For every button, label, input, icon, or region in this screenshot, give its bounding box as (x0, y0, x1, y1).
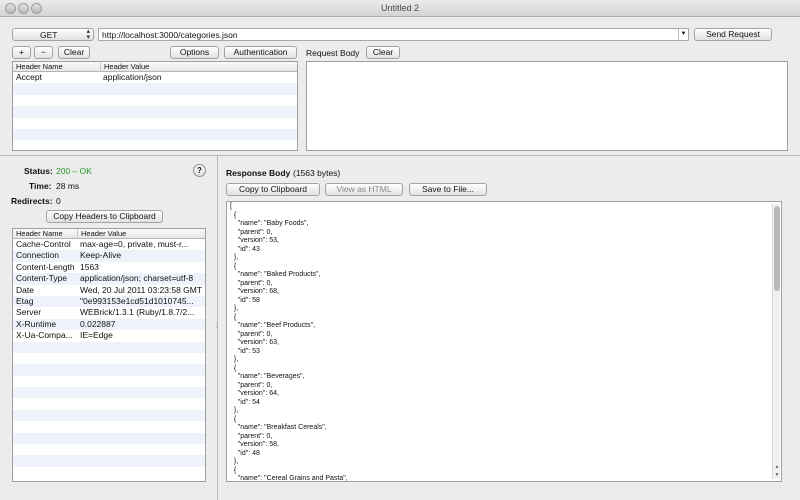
method-value: GET (40, 30, 58, 40)
remove-header-button[interactable]: − (34, 46, 53, 59)
table-row[interactable] (13, 83, 297, 95)
scroll-up-icon[interactable]: ▲ (773, 464, 781, 470)
time-label: Time: (29, 181, 52, 191)
table-row[interactable]: Content-Length 1563 (13, 262, 205, 273)
header-value-cell: 1563 (80, 261, 99, 272)
scrollbar-thumb[interactable] (774, 206, 780, 291)
header-name-cell: Connection (16, 250, 60, 261)
view-as-html-button[interactable]: View as HTML (325, 183, 403, 196)
table-row[interactable]: Content-Type application/json; charset=ut… (13, 273, 205, 285)
help-icon[interactable]: ? (193, 164, 206, 177)
copy-to-clipboard-button[interactable]: Copy to Clipboard (226, 183, 320, 196)
scroll-down-icon[interactable]: ▼ (773, 472, 781, 478)
table-row[interactable]: Etag "0e993153e1cd51d1010745... (13, 295, 205, 308)
url-value: http://localhost:3000/categories.json (102, 30, 238, 40)
column-header-value: Header Value (100, 62, 149, 72)
table-row[interactable] (13, 95, 297, 106)
response-size: (1563 bytes) (293, 168, 341, 178)
redirects-value: 0 (56, 196, 61, 206)
url-history-dropdown-icon[interactable]: ▼ (678, 29, 688, 40)
table-row[interactable] (13, 467, 205, 478)
header-value-cell: application/json (103, 72, 162, 82)
header-name-cell: Server (16, 307, 42, 318)
authentication-button[interactable]: Authentication (224, 46, 297, 59)
header-value-cell: max-age=0, private, must-r... (80, 239, 189, 249)
table-row[interactable]: Accept application/json (13, 72, 297, 83)
request-body-textarea[interactable] (306, 61, 788, 151)
table-row[interactable] (13, 376, 205, 387)
table-row[interactable]: Date Wed, 20 Jul 2011 03:23:58 GMT (13, 285, 205, 296)
split-divider[interactable] (0, 155, 800, 156)
table-header: Header Name Header Value (13, 62, 297, 72)
table-row[interactable]: X-Ua-Compa... IE=Edge (13, 330, 205, 341)
window-title: Untitled 2 (380, 3, 420, 13)
response-headers-table: Header Name Header Value Cache-Control ma… (12, 228, 206, 482)
table-row[interactable] (13, 387, 205, 399)
table-row[interactable] (13, 353, 205, 364)
response-body-label: Response Body (226, 168, 291, 178)
method-select[interactable]: GET ▴ ▾ (12, 28, 94, 41)
header-value-cell: 0.022887 (80, 318, 116, 329)
table-row[interactable] (13, 432, 205, 445)
header-name-cell: X-Runtime (16, 318, 57, 329)
table-row[interactable] (13, 118, 297, 129)
save-to-file-button[interactable]: Save to File... (409, 183, 487, 196)
header-name-cell: Accept (16, 72, 42, 82)
table-row[interactable] (13, 409, 205, 422)
header-value-cell: IE=Edge (80, 330, 113, 341)
table-row[interactable] (13, 106, 297, 118)
response-body-content: [ { "name": "Baby Foods", "parent": 0, "… (230, 203, 348, 482)
table-row[interactable]: X-Runtime 0.022887 (13, 318, 205, 331)
header-name-cell: Content-Type (16, 273, 68, 284)
table-row[interactable] (13, 364, 205, 376)
header-name-cell: Date (16, 284, 34, 295)
header-value-cell: "0e993153e1cd51d1010745... (80, 295, 194, 306)
table-row[interactable] (13, 455, 205, 467)
status-label: Status: (24, 166, 53, 176)
table-row[interactable] (13, 398, 205, 409)
clear-request-body-button[interactable]: Clear (366, 46, 400, 59)
copy-headers-button[interactable]: Copy Headers to Clipboard (46, 210, 163, 223)
send-request-button[interactable]: Send Request (694, 28, 772, 41)
status-value: 200 – OK (56, 166, 92, 176)
options-button[interactable]: Options (170, 46, 219, 59)
time-value: 28 ms (56, 181, 80, 191)
table-row[interactable] (13, 444, 205, 455)
clear-headers-button[interactable]: Clear (58, 46, 90, 59)
table-row[interactable] (13, 341, 205, 353)
split-grip-icon[interactable]: ⋮ (214, 322, 220, 329)
column-header-name: Header Name (16, 62, 63, 71)
table-row[interactable]: Cache-Control max-age=0, private, must-r.… (13, 239, 205, 250)
add-header-button[interactable]: + (12, 46, 31, 59)
column-header-value: Header Value (77, 229, 126, 239)
header-name-cell: Cache-Control (16, 239, 71, 249)
table-row[interactable]: Connection Keep-Alive (13, 250, 205, 262)
vertical-scrollbar[interactable]: ▲ ▼ (772, 204, 780, 479)
header-value-cell: Keep-Alive (80, 250, 122, 261)
table-row[interactable]: Server WEBrick/1.3.1 (Ruby/1.8.7/2... (13, 307, 205, 318)
column-header-name: Header Name (16, 229, 63, 238)
url-input[interactable]: http://localhost:3000/categories.json ▼ (98, 28, 689, 41)
title-bar: Untitled 2 (0, 0, 800, 17)
request-headers-table: Header Name Header Value Accept applicat… (12, 61, 298, 151)
table-header: Header Name Header Value (13, 229, 205, 239)
table-row[interactable] (13, 140, 297, 150)
select-arrows-icon: ▴ ▾ (86, 28, 90, 41)
header-value-cell: application/json; charset=utf-8 (80, 273, 194, 284)
response-body-text[interactable]: [ { "name": "Baby Foods", "parent": 0, "… (226, 201, 782, 482)
header-name-cell: X-Ua-Compa... (16, 330, 73, 341)
header-value-cell: WEBrick/1.3.1 (Ruby/1.8.7/2... (80, 307, 195, 318)
redirects-label: Redirects: (11, 196, 53, 206)
table-row[interactable] (13, 128, 297, 141)
table-row[interactable] (13, 421, 205, 432)
request-body-label: Request Body (306, 48, 360, 58)
header-name-cell: Content-Length (16, 261, 75, 272)
header-name-cell: Etag (16, 295, 34, 306)
header-value-cell: Wed, 20 Jul 2011 03:23:58 GMT (80, 284, 203, 295)
